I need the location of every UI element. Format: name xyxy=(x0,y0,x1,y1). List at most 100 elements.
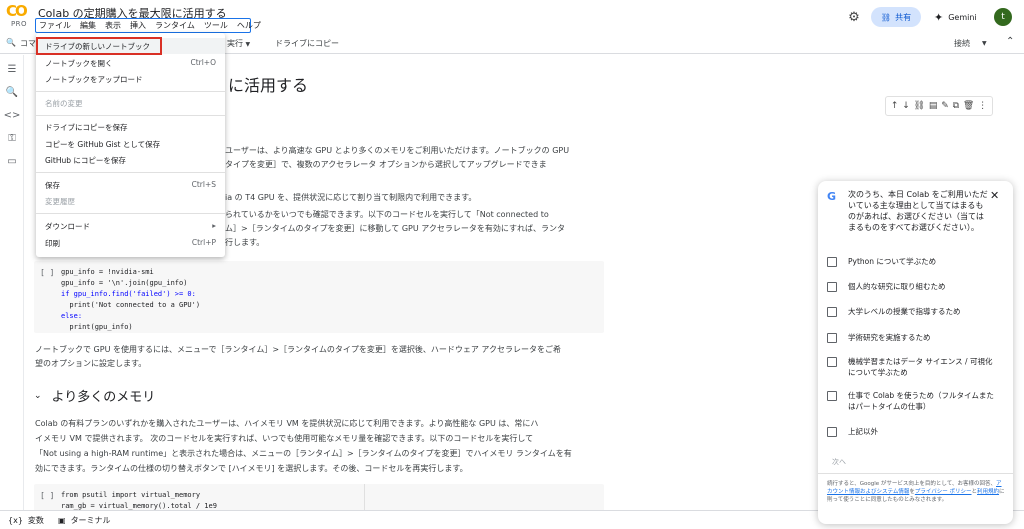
survey-option[interactable]: 学術研究を実施するため xyxy=(827,332,1007,343)
menu-item-label: コピーを GitHub Gist として保存 xyxy=(45,140,161,149)
menu-item-upload-notebook[interactable]: ノートブックをアップロード xyxy=(36,71,225,87)
menu-item-print[interactable]: 印刷 Ctrl+P xyxy=(36,235,225,251)
run-cell-button[interactable]: [ ] xyxy=(40,491,54,500)
files-folder-icon[interactable]: ▭ xyxy=(5,154,19,168)
terminal-label: ターミナル xyxy=(70,516,111,525)
menu-runtime[interactable]: ランタイム xyxy=(155,20,195,31)
text-line: 望のオプションに設定します。 xyxy=(35,359,147,368)
copy-to-drive-button[interactable]: ドライブにコピー xyxy=(275,38,339,49)
checkbox[interactable] xyxy=(827,257,837,267)
section-title: より多くのメモリ xyxy=(51,390,156,405)
survey-option[interactable]: 機械学習またはデータ サイエンス / 可視化について学ぶため xyxy=(827,356,1007,378)
checkbox[interactable] xyxy=(827,333,837,343)
section-more-memory[interactable]: ⌄ より多くのメモリ xyxy=(34,386,155,405)
menu-item-save[interactable]: 保存 Ctrl+S xyxy=(36,177,225,193)
code-editor[interactable]: from psutil import virtual_memory ram_gb… xyxy=(61,490,217,510)
survey-question: 次のうち、本日 Colab をご利用いただいている主な理由として当てはまるものが… xyxy=(848,190,988,232)
code-cell-gpu[interactable]: [ ] gpu_info = !nvidia-smi gpu_info = '\… xyxy=(34,261,604,333)
survey-option[interactable]: 仕事で Colab を使うため（フルタイムまたはパートタイムの仕事） xyxy=(827,390,1007,412)
pro-badge: PRO xyxy=(10,20,28,28)
menu-separator xyxy=(36,172,225,173)
menu-tools[interactable]: ツール xyxy=(204,20,228,31)
terminal-button[interactable]: ▣ ターミナル xyxy=(58,515,111,526)
terms-link[interactable]: 利用規約 xyxy=(977,489,999,495)
run-cell-button[interactable]: [ ] xyxy=(40,268,54,277)
survey-option[interactable]: 上記以外 xyxy=(827,426,1007,437)
move-down-icon[interactable]: ↓ xyxy=(902,101,910,111)
survey-option-label: 大学レベルの授業で指導するため xyxy=(848,307,961,316)
menu-item-save-gist[interactable]: コピーを GitHub Gist として保存 xyxy=(36,136,225,152)
text-line: 「Not using a high-RAM runtime」と表示された場合は、… xyxy=(35,449,572,458)
menu-view[interactable]: 表示 xyxy=(105,20,121,31)
menu-item-label: 名前の変更 xyxy=(45,99,83,108)
menu-separator xyxy=(36,213,225,214)
menu-item-label: GitHub にコピーを保存 xyxy=(45,156,126,165)
menu-item-save-github[interactable]: GitHub にコピーを保存 xyxy=(36,152,225,168)
next-button[interactable]: 次へ xyxy=(832,457,846,467)
connect-chevron-down-icon[interactable]: ▼ xyxy=(982,40,987,47)
survey-option-label: 仕事で Colab を使うため（フルタイムまたはパートタイムの仕事） xyxy=(848,391,994,411)
menu-item-download[interactable]: ダウンロード ▸ xyxy=(36,218,225,234)
run-all-button[interactable]: 実行 ▼ xyxy=(227,38,250,49)
code-line: gpu_info = '\n'.join(gpu_info) xyxy=(61,279,188,287)
text-line: タイプを変更］で、複数のアクセラレータ オプションから選択してアップグレードでき… xyxy=(225,160,547,169)
survey-option-label: 個人的な研究に取り組むため xyxy=(848,282,946,291)
toolbar-commands[interactable]: コマ xyxy=(20,38,36,49)
toolbar-search-icon[interactable]: 🔍 xyxy=(6,38,16,47)
text-line: ia の T4 GPU を、提供状況に応じて割り当て制限内で利用できます。 xyxy=(225,193,477,202)
code-editor[interactable]: gpu_info = !nvidia-smi gpu_info = '\n'.j… xyxy=(61,267,200,333)
menu-item-label: ノートブックを開く xyxy=(45,59,113,68)
ruler-line xyxy=(364,484,365,510)
menu-item-open-notebook[interactable]: ノートブックを開く Ctrl+O xyxy=(36,55,225,71)
privacy-policy-link[interactable]: プライバシー ポリシー xyxy=(915,489,972,495)
code-line: print(gpu_info) xyxy=(61,323,133,331)
checkbox[interactable] xyxy=(827,427,837,437)
move-up-icon[interactable]: ↑ xyxy=(891,101,899,111)
search-notebook-icon[interactable]: 🔍 xyxy=(5,85,19,99)
menu-edit[interactable]: 編集 xyxy=(80,20,96,31)
table-of-contents-icon[interactable]: ☰ xyxy=(5,62,19,76)
close-icon[interactable]: ✕ xyxy=(990,189,999,202)
variables-label: 変数 xyxy=(27,516,44,525)
text-line: 行します。 xyxy=(225,238,265,247)
survey-option[interactable]: Python について学ぶため xyxy=(827,256,1007,267)
checkbox[interactable] xyxy=(827,357,837,367)
menu-item-label: 変更履歴 xyxy=(45,197,75,206)
link-icon: ⛓ xyxy=(880,12,892,22)
left-sidebar: ☰ 🔍 <> ⚿ ▭ xyxy=(0,55,24,510)
survey-option[interactable]: 個人的な研究に取り組むため xyxy=(827,281,1007,292)
checkbox[interactable] xyxy=(827,282,837,292)
checkbox[interactable] xyxy=(827,307,837,317)
section-heading: に活用する xyxy=(228,76,309,95)
menu-item-save-copy-drive[interactable]: ドライブにコピーを保存 xyxy=(36,119,225,135)
settings-gear-icon[interactable]: ⚙ xyxy=(846,7,862,27)
app-header: CO PRO Colab の定期購入を最大限に活用する ファイル 編集 表示 挿… xyxy=(0,0,1024,34)
link-icon[interactable]: ⛓ xyxy=(914,101,925,111)
collapse-chevron-icon[interactable]: ⌄ xyxy=(34,391,42,401)
delete-icon[interactable]: 🗑 xyxy=(963,101,974,111)
menu-insert[interactable]: 挿入 xyxy=(130,20,146,31)
survey-option-label: 上記以外 xyxy=(848,427,878,436)
code-snippets-icon[interactable]: <> xyxy=(4,108,21,122)
code-cell-memory[interactable]: [ ] from psutil import virtual_memory ra… xyxy=(34,484,604,510)
colab-logo[interactable]: CO PRO xyxy=(6,3,32,31)
menu-item-label: ダウンロード xyxy=(45,222,90,231)
more-options-icon[interactable]: ⋮ xyxy=(978,101,987,111)
account-avatar[interactable]: t xyxy=(994,8,1012,26)
mirror-cell-icon[interactable]: ⧉ xyxy=(953,101,959,111)
share-button[interactable]: ⛓ 共有 xyxy=(871,7,921,27)
survey-option[interactable]: 大学レベルの授業で指導するため xyxy=(827,306,1007,317)
menu-help[interactable]: ヘルプ xyxy=(237,20,261,31)
menu-file[interactable]: ファイル xyxy=(39,20,71,31)
connect-button[interactable]: 接続 xyxy=(954,38,970,49)
text-line: イメモリ VM で提供されます。 次のコードセルを実行すれば、いつでも使用可能な… xyxy=(35,434,534,443)
comment-icon[interactable]: ▤ xyxy=(929,101,938,111)
secrets-key-icon[interactable]: ⚿ xyxy=(5,131,19,145)
checkbox[interactable] xyxy=(827,391,837,401)
edit-pencil-icon[interactable]: ✎ xyxy=(941,101,949,111)
gemini-button[interactable]: ✦ Gemini xyxy=(934,7,977,27)
survey-panel: G 次のうち、本日 Colab をご利用いただいている主な理由として当てはまるも… xyxy=(818,181,1013,524)
survey-option-label: Python について学ぶため xyxy=(848,257,937,266)
collapse-chevron-icon[interactable]: ⌃ xyxy=(1006,36,1014,47)
variables-button[interactable]: {x} 変数 xyxy=(8,515,44,526)
